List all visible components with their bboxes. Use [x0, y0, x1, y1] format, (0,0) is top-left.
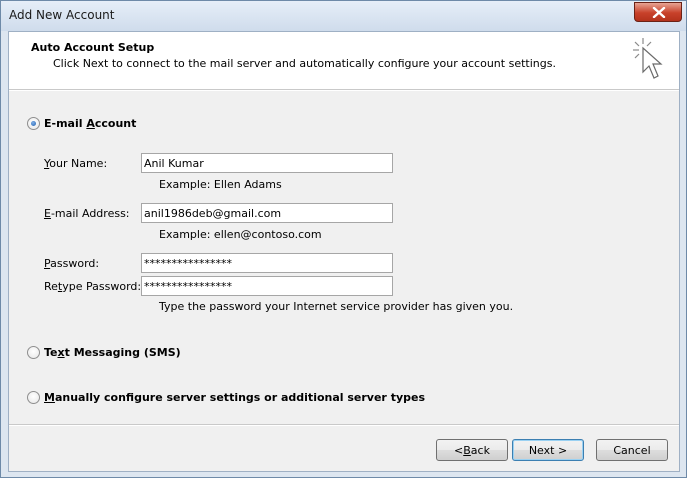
manual-config-option[interactable]: Manually configure server settings or ad…	[27, 391, 425, 404]
email-address-example: Example: ellen@contoso.com	[159, 228, 322, 241]
header-title: Auto Account Setup	[31, 41, 155, 54]
your-name-label: Your Name:	[44, 157, 108, 170]
email-account-option[interactable]: E-mail Account	[27, 117, 136, 130]
email-address-label: E-mail Address:	[44, 207, 130, 220]
cursor-sparkle-icon	[633, 38, 663, 79]
title-bar[interactable]: Add New Account	[1, 1, 686, 31]
password-input[interactable]: ****************	[141, 253, 393, 273]
email-address-input[interactable]: anil1986deb@gmail.com	[141, 203, 393, 223]
dialog-content: Auto Account Setup Click Next to connect…	[8, 31, 680, 472]
retype-password-label: Retype Password:	[44, 280, 142, 293]
your-name-input[interactable]: Anil Kumar	[141, 153, 393, 173]
email-account-label: E-mail Account	[44, 117, 137, 130]
password-hint: Type the password your Internet service …	[159, 300, 514, 313]
retype-password-input[interactable]: ****************	[141, 276, 393, 296]
manual-config-label: Manually configure server settings or ad…	[44, 391, 425, 404]
text-messaging-radio[interactable]	[27, 346, 40, 359]
manual-config-radio[interactable]	[27, 391, 40, 404]
password-label: Password:	[44, 257, 100, 270]
text-messaging-option[interactable]: Text Messaging (SMS)	[27, 346, 181, 359]
cancel-button[interactable]: Cancel	[596, 439, 668, 461]
next-button[interactable]: Next >	[512, 439, 584, 461]
close-button[interactable]	[634, 2, 682, 22]
close-icon	[652, 7, 666, 18]
email-account-radio[interactable]	[27, 117, 40, 130]
header-description: Click Next to connect to the mail server…	[53, 57, 556, 70]
your-name-example: Example: Ellen Adams	[159, 178, 282, 191]
header-separator	[9, 90, 679, 92]
dialog-window: Add New Account Auto Account Setup Click…	[0, 0, 687, 478]
text-messaging-label: Text Messaging (SMS)	[44, 346, 181, 359]
window-title: Add New Account	[9, 8, 115, 22]
footer-separator	[9, 424, 679, 426]
back-button[interactable]: < Back	[436, 439, 508, 461]
wizard-header: Auto Account Setup Click Next to connect…	[9, 32, 679, 90]
